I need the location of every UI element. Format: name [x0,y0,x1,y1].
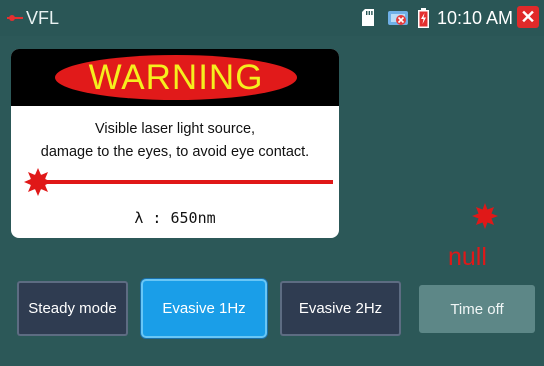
warning-heading: WARNING [88,57,264,97]
close-symbol: ✕ [520,6,536,27]
sd-card-icon [362,9,374,26]
evasive-1hz-button[interactable]: Evasive 1Hz [143,281,265,336]
battery-charging-icon [418,8,429,28]
status-value: null [448,243,487,271]
laser-beam-icon [24,168,333,196]
warning-message-line1: Visible laser light source, [94,121,256,137]
warning-ellipse: WARNING [55,55,297,100]
steady-mode-button[interactable]: Steady mode [17,281,128,336]
evasive-2hz-button[interactable]: Evasive 2Hz [280,281,401,336]
time-off-button[interactable]: Time off [419,285,535,333]
close-icon[interactable]: ✕ [517,6,539,28]
laser-status-icon [472,203,498,229]
connection-off-icon [388,11,408,25]
warning-banner: WARNING [11,49,339,106]
status-bar: VFL 10:10 AM ✕ [0,0,544,36]
wavelength-label: λ : 650nm [134,209,216,227]
app-title: VFL [26,8,60,28]
warning-message-line2: damage to the eyes, to avoid eye contact… [40,144,310,160]
warning-card: WARNING Visible laser light source, dama… [11,49,339,238]
laser-icon [7,15,23,21]
clock: 10:10 AM [437,8,514,28]
